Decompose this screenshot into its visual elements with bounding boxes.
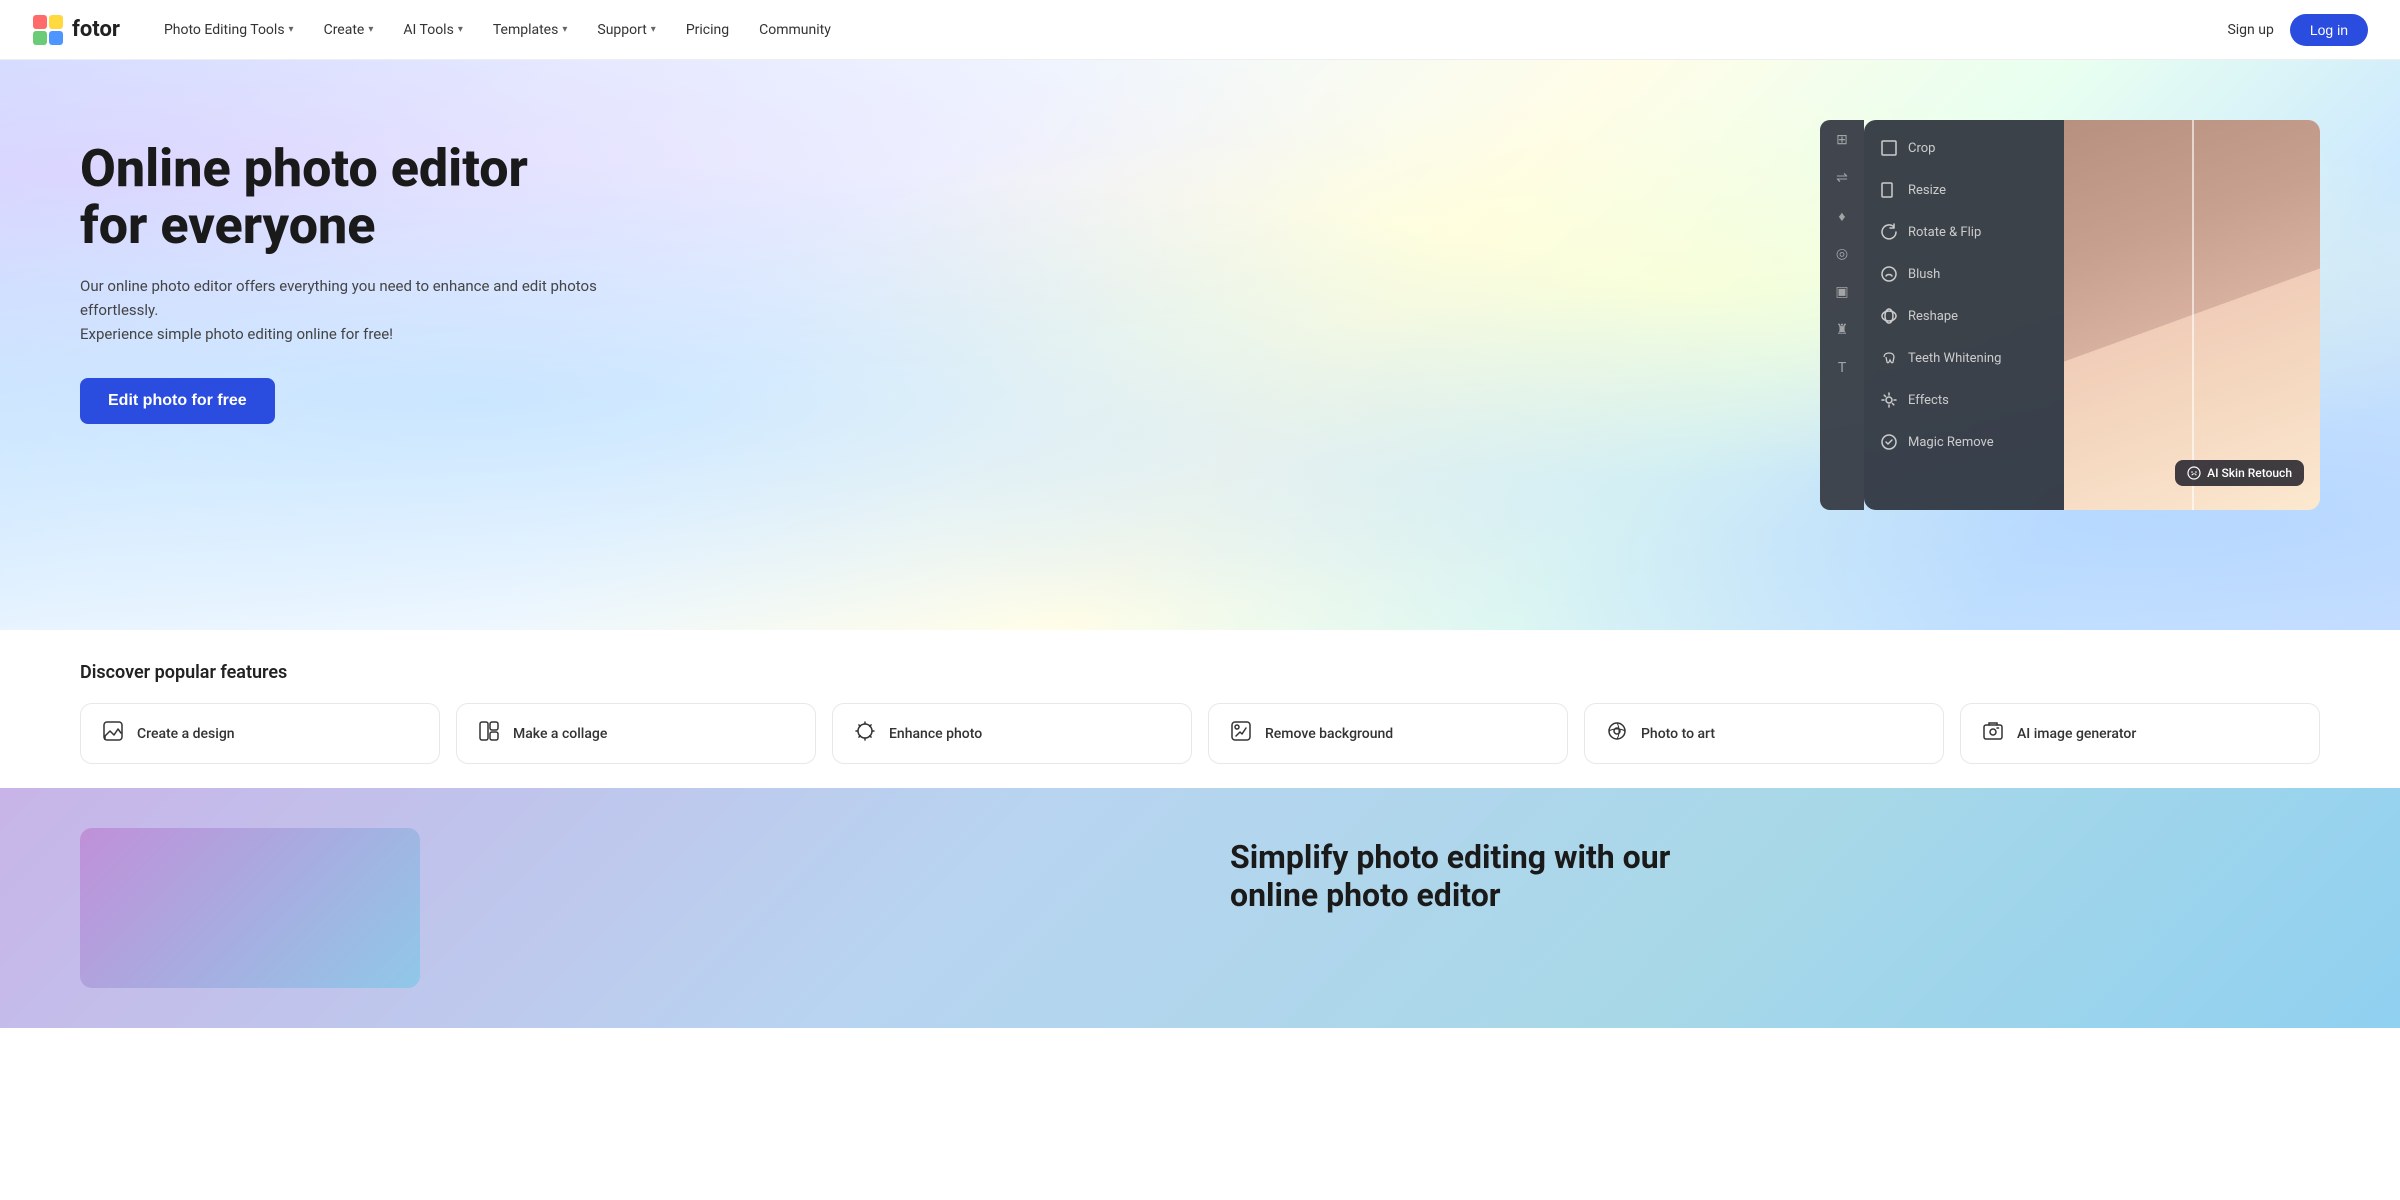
sidebar-teeth[interactable]: Teeth Whitening bbox=[1864, 338, 2064, 378]
chevron-icon: ▾ bbox=[458, 24, 463, 35]
nav-photo-editing[interactable]: Photo Editing Tools ▾ bbox=[152, 16, 306, 44]
editor-sidebar: Crop Resize Rotate & Flip Blush bbox=[1864, 120, 2064, 510]
photo-panel: AI Skin Retouch bbox=[2064, 120, 2320, 510]
bottom-preview-image bbox=[80, 828, 420, 988]
hero-content: Online photo editor for everyone Our onl… bbox=[0, 60, 2400, 550]
nav-ai-tools[interactable]: AI Tools ▾ bbox=[391, 16, 474, 44]
text-icon[interactable]: T bbox=[1832, 360, 1852, 380]
face-photo: AI Skin Retouch bbox=[2064, 120, 2320, 510]
sidebar-magic-remove[interactable]: Magic Remove bbox=[1864, 422, 2064, 462]
bottom-left bbox=[80, 828, 1170, 988]
sidebar-crop[interactable]: Crop bbox=[1864, 128, 2064, 168]
navbar: fotor Photo Editing Tools ▾ Create ▾ AI … bbox=[0, 0, 2400, 60]
reshape-icon bbox=[1880, 307, 1898, 325]
nav-items: Photo Editing Tools ▾ Create ▾ AI Tools … bbox=[152, 16, 2228, 44]
signup-link[interactable]: Sign up bbox=[2227, 22, 2273, 38]
sidebar-resize[interactable]: Resize bbox=[1864, 170, 2064, 210]
blush-icon bbox=[1880, 265, 1898, 283]
tune-icon[interactable]: ⇌ bbox=[1832, 170, 1852, 190]
features-row: Create a design Make a collage Enhance p… bbox=[80, 703, 2320, 764]
enhance-photo-label: Enhance photo bbox=[889, 726, 982, 742]
ai-image-gen-icon bbox=[1981, 720, 2005, 747]
bottom-section: Simplify photo editing with our online p… bbox=[0, 788, 2400, 1028]
sidebar-reshape[interactable]: Reshape bbox=[1864, 296, 2064, 336]
make-collage-icon bbox=[477, 720, 501, 747]
bottom-right: Simplify photo editing with our online p… bbox=[1230, 828, 2320, 915]
ai-image-gen-label: AI image generator bbox=[2017, 726, 2136, 742]
eye-icon[interactable]: ◎ bbox=[1832, 246, 1852, 266]
hero-right: ⊞ ⇌ ♦ ◎ ▣ ♜ T Crop Resize bbox=[640, 120, 2320, 510]
login-button[interactable]: Log in bbox=[2290, 14, 2368, 46]
nav-create[interactable]: Create ▾ bbox=[312, 16, 386, 44]
nav-right: Sign up Log in bbox=[2227, 14, 2368, 46]
feature-remove-bg[interactable]: Remove background bbox=[1208, 703, 1568, 764]
resize-icon bbox=[1880, 181, 1898, 199]
photo-to-art-icon bbox=[1605, 720, 1629, 747]
feature-photo-to-art[interactable]: Photo to art bbox=[1584, 703, 1944, 764]
feature-make-collage[interactable]: Make a collage bbox=[456, 703, 816, 764]
face-icon[interactable]: ♦ bbox=[1832, 208, 1852, 228]
chevron-icon: ▾ bbox=[651, 24, 656, 35]
make-collage-label: Make a collage bbox=[513, 726, 607, 742]
sidebar-blush[interactable]: Blush bbox=[1864, 254, 2064, 294]
editor-mockup: ⊞ ⇌ ♦ ◎ ▣ ♜ T Crop Resize bbox=[1820, 120, 2320, 510]
nav-templates[interactable]: Templates ▾ bbox=[481, 16, 580, 44]
fotor-logo-icon bbox=[32, 14, 64, 46]
enhance-photo-icon bbox=[853, 720, 877, 747]
nav-support[interactable]: Support ▾ bbox=[585, 16, 667, 44]
feature-create-design[interactable]: Create a design bbox=[80, 703, 440, 764]
feature-ai-image-gen[interactable]: AI image generator bbox=[1960, 703, 2320, 764]
grid-icon[interactable]: ⊞ bbox=[1832, 132, 1852, 152]
features-title: Discover popular features bbox=[80, 662, 2320, 683]
create-design-label: Create a design bbox=[137, 726, 235, 742]
sidebar-rotate[interactable]: Rotate & Flip bbox=[1864, 212, 2064, 252]
teeth-icon bbox=[1880, 349, 1898, 367]
hero-section: Online photo editor for everyone Our onl… bbox=[0, 60, 2400, 630]
feature-enhance-photo[interactable]: Enhance photo bbox=[832, 703, 1192, 764]
logo[interactable]: fotor bbox=[32, 14, 120, 46]
magic-icon bbox=[1880, 433, 1898, 451]
chevron-icon: ▾ bbox=[562, 24, 567, 35]
editor-left-icons: ⊞ ⇌ ♦ ◎ ▣ ♜ T bbox=[1820, 120, 1864, 510]
ai-skin-badge: AI Skin Retouch bbox=[2175, 460, 2304, 486]
features-section: Discover popular features Create a desig… bbox=[0, 630, 2400, 788]
hero-title: Online photo editor for everyone bbox=[80, 140, 600, 254]
edit-photo-button[interactable]: Edit photo for free bbox=[80, 378, 275, 424]
remove-bg-icon bbox=[1229, 720, 1253, 747]
chevron-icon: ▾ bbox=[289, 24, 294, 35]
hero-left: Online photo editor for everyone Our onl… bbox=[80, 120, 600, 424]
people-icon[interactable]: ♜ bbox=[1832, 322, 1852, 342]
sidebar-effects[interactable]: Effects bbox=[1864, 380, 2064, 420]
rotate-icon bbox=[1880, 223, 1898, 241]
logo-text: fotor bbox=[72, 17, 120, 42]
nav-community[interactable]: Community bbox=[747, 16, 843, 44]
nav-pricing[interactable]: Pricing bbox=[674, 16, 741, 44]
effects-icon bbox=[1880, 391, 1898, 409]
bottom-title: Simplify photo editing with our online p… bbox=[1230, 838, 2320, 915]
create-design-icon bbox=[101, 720, 125, 747]
photo-to-art-label: Photo to art bbox=[1641, 726, 1715, 742]
ai-icon bbox=[2187, 466, 2201, 480]
hero-description: Our online photo editor offers everythin… bbox=[80, 274, 600, 346]
crop-icon[interactable]: ▣ bbox=[1832, 284, 1852, 304]
remove-bg-label: Remove background bbox=[1265, 726, 1393, 742]
crop-icon bbox=[1880, 139, 1898, 157]
chevron-icon: ▾ bbox=[368, 24, 373, 35]
